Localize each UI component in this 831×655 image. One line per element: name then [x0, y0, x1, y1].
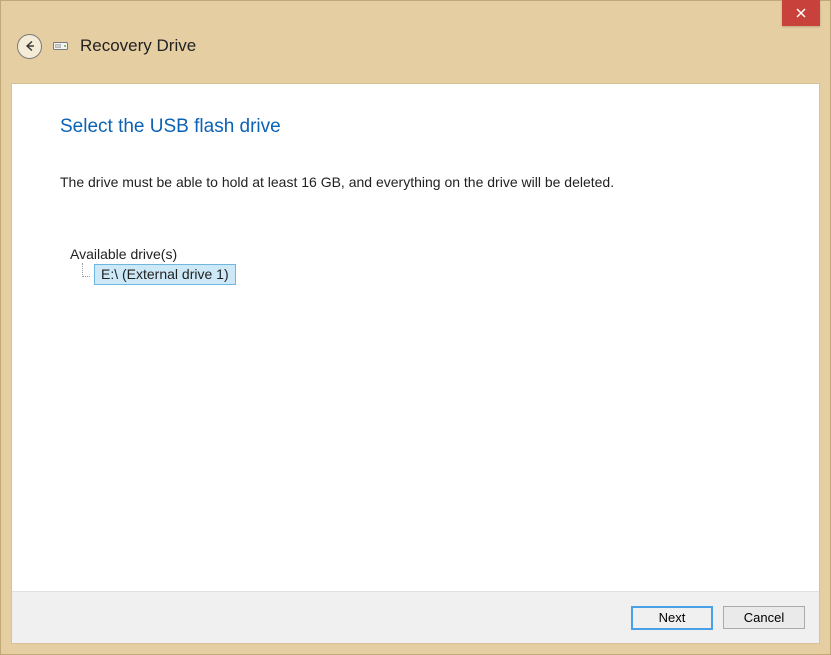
drive-item-label: E:\ (External drive 1) — [94, 264, 236, 285]
content-panel: Select the USB flash drive The drive mus… — [11, 83, 820, 644]
close-button[interactable] — [782, 0, 820, 26]
back-arrow-icon — [23, 39, 37, 53]
drive-tree: E:\ (External drive 1) — [80, 264, 771, 288]
next-button[interactable]: Next — [631, 606, 713, 630]
drive-item[interactable]: E:\ (External drive 1) — [80, 264, 236, 285]
titlebar — [1, 1, 830, 27]
page-heading: Select the USB flash drive — [60, 116, 771, 138]
tree-connector-icon — [80, 267, 92, 283]
wizard-window: Recovery Drive Select the USB flash driv… — [0, 0, 831, 655]
back-button[interactable] — [17, 34, 42, 59]
cancel-button[interactable]: Cancel — [723, 606, 805, 629]
available-drives-label: Available drive(s) — [70, 246, 771, 262]
close-icon — [795, 7, 807, 19]
instruction-text: The drive must be able to hold at least … — [60, 174, 771, 190]
drive-icon — [52, 40, 70, 52]
window-title: Recovery Drive — [80, 36, 196, 56]
button-bar: Next Cancel — [12, 591, 819, 643]
content-inner: Select the USB flash drive The drive mus… — [12, 84, 819, 591]
header: Recovery Drive — [1, 27, 830, 63]
